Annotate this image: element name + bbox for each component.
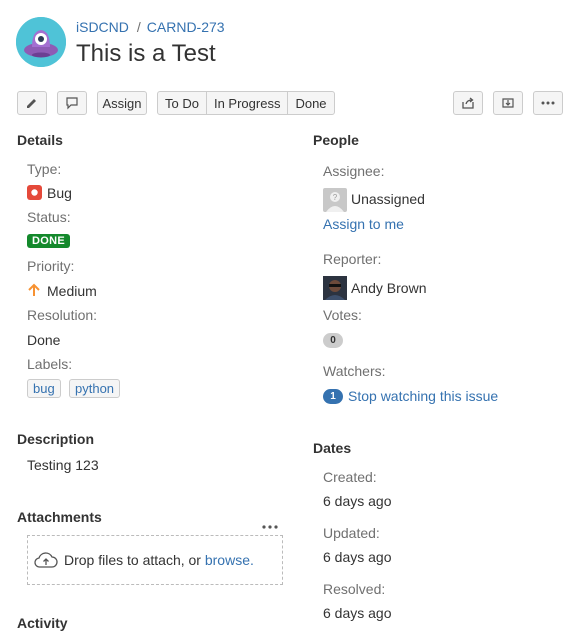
type-value: Bug (47, 185, 72, 201)
priority-label: Priority: (27, 258, 75, 274)
breadcrumb-project[interactable]: iSDCND (76, 19, 129, 35)
assignee-value: Unassigned (351, 191, 425, 207)
resolved-label: Resolved: (323, 581, 386, 597)
pencil-icon (27, 99, 36, 108)
reporter-label: Reporter: (323, 251, 382, 267)
updated-value: 6 days ago (323, 549, 392, 565)
export-icon (502, 98, 514, 108)
status-label: Status: (27, 209, 71, 225)
attachment-dropzone[interactable]: Drop files to attach, or browse. (27, 535, 283, 585)
reporter-value[interactable]: Andy Brown (351, 280, 426, 296)
watchers-count-badge[interactable]: 1 (323, 389, 343, 404)
issue-title[interactable]: This is a Test (76, 40, 216, 68)
votes-label: Votes: (323, 307, 362, 323)
status-badge: DONE (27, 234, 70, 248)
created-label: Created: (323, 469, 377, 485)
resolved-value: 6 days ago (323, 605, 392, 621)
assign-button[interactable]: Assign (97, 91, 147, 115)
done-button[interactable]: Done (288, 92, 333, 114)
drop-text: Drop files to attach, or (64, 552, 201, 568)
breadcrumb: iSDCND / CARND-273 (76, 19, 225, 35)
more-icon (541, 101, 555, 105)
type-label: Type: (27, 161, 62, 177)
todo-button[interactable]: To Do (158, 92, 207, 114)
comment-icon (66, 97, 78, 110)
export-button[interactable] (493, 91, 523, 115)
workflow-button-group: To Do In Progress Done (157, 91, 335, 115)
created-value: 6 days ago (323, 493, 392, 509)
breadcrumb-issue-key[interactable]: CARND-273 (147, 19, 225, 35)
in-progress-button[interactable]: In Progress (207, 92, 289, 114)
resolution-value: Done (27, 332, 61, 348)
description-heading: Description (17, 431, 95, 447)
project-avatar[interactable] (16, 17, 66, 67)
svg-text:?: ? (333, 193, 338, 202)
bug-icon (27, 185, 42, 200)
breadcrumb-separator: / (136, 19, 141, 35)
arrow-up-icon (27, 283, 41, 297)
browse-link[interactable]: browse. (205, 552, 254, 568)
stop-watching-link[interactable]: Stop watching this issue (348, 388, 498, 404)
cloud-upload-icon (34, 552, 58, 568)
reporter-avatar[interactable] (323, 276, 347, 300)
alien-ufo-icon (16, 17, 66, 67)
edit-button[interactable] (17, 91, 47, 115)
assignee-label: Assignee: (323, 163, 385, 179)
activity-heading: Activity (17, 615, 68, 631)
comment-button[interactable] (57, 91, 87, 115)
label-bug[interactable]: bug (27, 379, 61, 398)
share-button[interactable] (453, 91, 483, 115)
attachments-heading: Attachments (17, 509, 102, 525)
labels-label: Labels: (27, 356, 73, 372)
priority-value: Medium (47, 283, 97, 299)
watchers-label: Watchers: (323, 363, 386, 379)
people-heading: People (313, 132, 359, 148)
more-button[interactable] (533, 91, 563, 115)
description-text[interactable]: Testing 123 (27, 457, 99, 473)
share-icon (462, 97, 474, 109)
assign-to-me-link[interactable]: Assign to me (323, 216, 404, 232)
resolution-label: Resolution: (27, 307, 98, 323)
label-python[interactable]: python (69, 379, 121, 398)
attachments-more-icon[interactable] (261, 517, 279, 529)
details-heading: Details (17, 132, 63, 148)
votes-count-badge[interactable]: 0 (323, 333, 343, 348)
updated-label: Updated: (323, 525, 380, 541)
unassigned-avatar: ? (323, 188, 347, 212)
dates-heading: Dates (313, 440, 352, 456)
